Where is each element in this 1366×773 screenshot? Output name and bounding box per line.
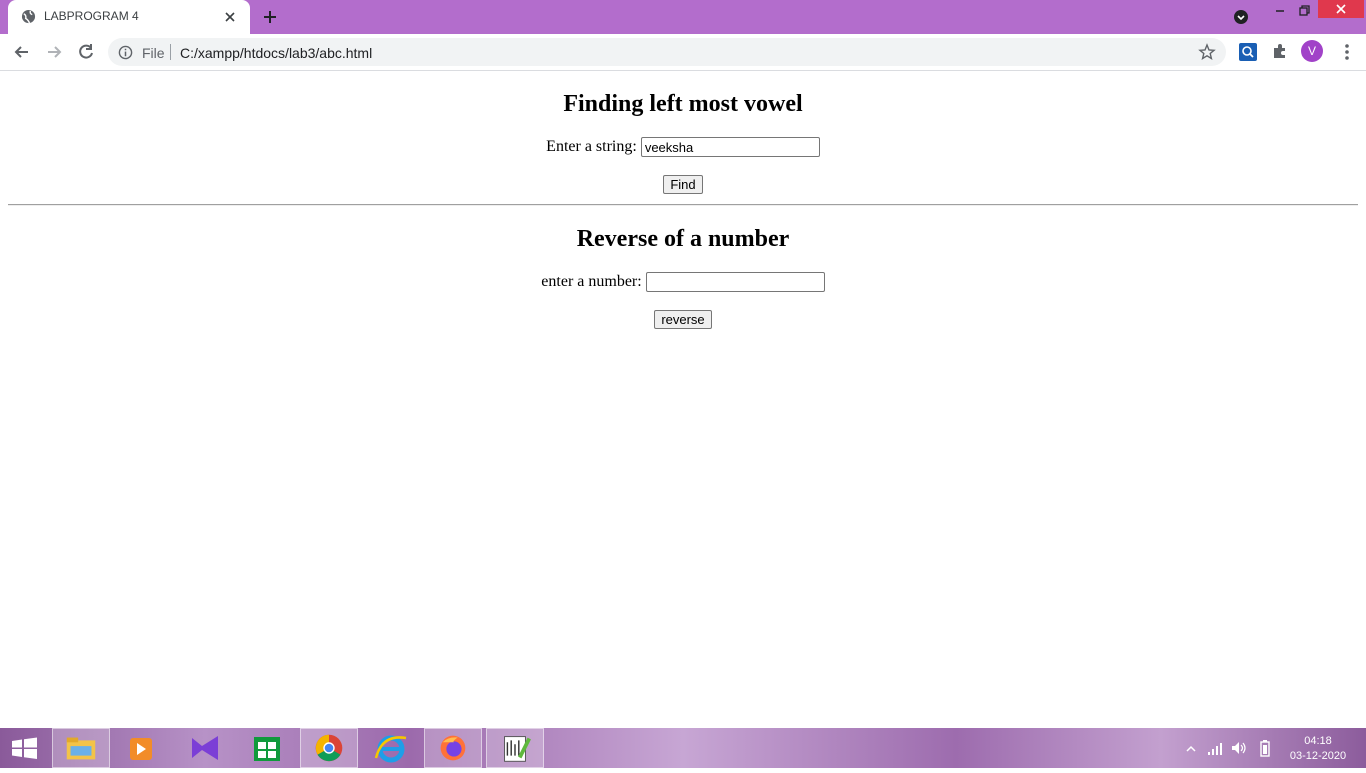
taskbar: 04:18 03-12-2020 [0,728,1366,768]
window-close-button[interactable] [1318,0,1364,18]
extension-search-icon[interactable] [1239,43,1257,61]
taskbar-chrome[interactable] [300,728,358,768]
string-input[interactable] [640,137,820,157]
clock-date: 03-12-2020 [1289,750,1347,762]
divider [8,204,1358,206]
back-arrow-icon[interactable] [12,42,32,62]
taskbar-store[interactable] [238,728,296,768]
reload-icon[interactable] [76,42,96,62]
omnibox-divider [170,44,171,60]
reverse-row: reverse [0,310,1366,329]
taskbar-visual-studio[interactable] [176,728,234,768]
close-tab-icon[interactable] [222,9,238,25]
browser-tab[interactable]: LABPROGRAM 4 [8,0,250,34]
windows-start-icon [12,737,37,759]
store-icon [254,737,280,761]
more-menu-icon[interactable] [1338,42,1356,62]
browser-titlebar: LABPROGRAM 4 [0,0,1366,34]
firefox-icon [440,735,466,761]
clock-time: 04:18 [1304,735,1332,747]
internet-explorer-icon [374,735,407,763]
address-bar[interactable]: File C:/xampp/htdocs/lab3/abc.html [108,38,1226,66]
info-icon[interactable] [118,45,133,60]
taskbar-firefox[interactable] [424,728,482,768]
number-input[interactable] [645,272,825,292]
taskbar-clock[interactable]: 04:18 03-12-2020 [1283,734,1353,764]
reverse-heading: Reverse of a number [576,226,790,252]
minimize-icon[interactable] [1270,0,1290,22]
close-icon [1336,4,1346,14]
reverse-button[interactable]: reverse [654,310,712,329]
number-label: enter a number: [541,273,642,290]
string-label: Enter a string: [546,138,637,155]
tab-title: LABPROGRAM 4 [44,9,139,23]
taskbar-internet-explorer[interactable] [362,728,420,768]
magnifier-icon [1242,46,1254,58]
page-content: Finding left most vowel Enter a string: … [0,71,1366,728]
globe-icon [21,9,36,24]
forward-arrow-icon[interactable] [44,42,64,62]
scheme-label: File [142,45,165,61]
find-row: Find [0,175,1366,194]
visual-studio-icon [192,736,218,760]
tray-chevron-icon[interactable] [1185,736,1197,760]
taskbar-file-explorer[interactable] [52,728,110,768]
bookmark-star-icon[interactable] [1198,43,1216,61]
extensions-puzzle-icon[interactable] [1271,42,1289,60]
number-row: enter a number: [0,272,1366,292]
media-player-icon [130,738,152,760]
find-button[interactable]: Find [663,175,703,194]
file-explorer-icon [66,737,96,760]
taskbar-media-player[interactable] [112,728,170,768]
chrome-icon [315,734,343,762]
network-icon[interactable] [1206,736,1224,760]
battery-icon[interactable] [1258,736,1272,760]
string-row: Enter a string: [0,137,1366,157]
volume-icon[interactable] [1230,736,1248,760]
tab-search-icon[interactable] [1232,8,1250,26]
url-text[interactable]: C:/xampp/htdocs/lab3/abc.html [180,45,372,61]
new-tab-icon[interactable] [260,7,280,27]
vowel-section: Finding left most vowel [0,91,1366,118]
taskbar-notepad-plus[interactable] [486,728,544,768]
restore-icon[interactable] [1294,0,1314,22]
notepad-plus-icon [504,736,531,762]
reverse-section: Reverse of a number [0,226,1366,253]
profile-avatar[interactable]: V [1301,40,1323,62]
browser-toolbar: File C:/xampp/htdocs/lab3/abc.html V [0,34,1366,71]
start-button[interactable] [0,728,48,768]
vowel-heading: Finding left most vowel [563,91,803,117]
